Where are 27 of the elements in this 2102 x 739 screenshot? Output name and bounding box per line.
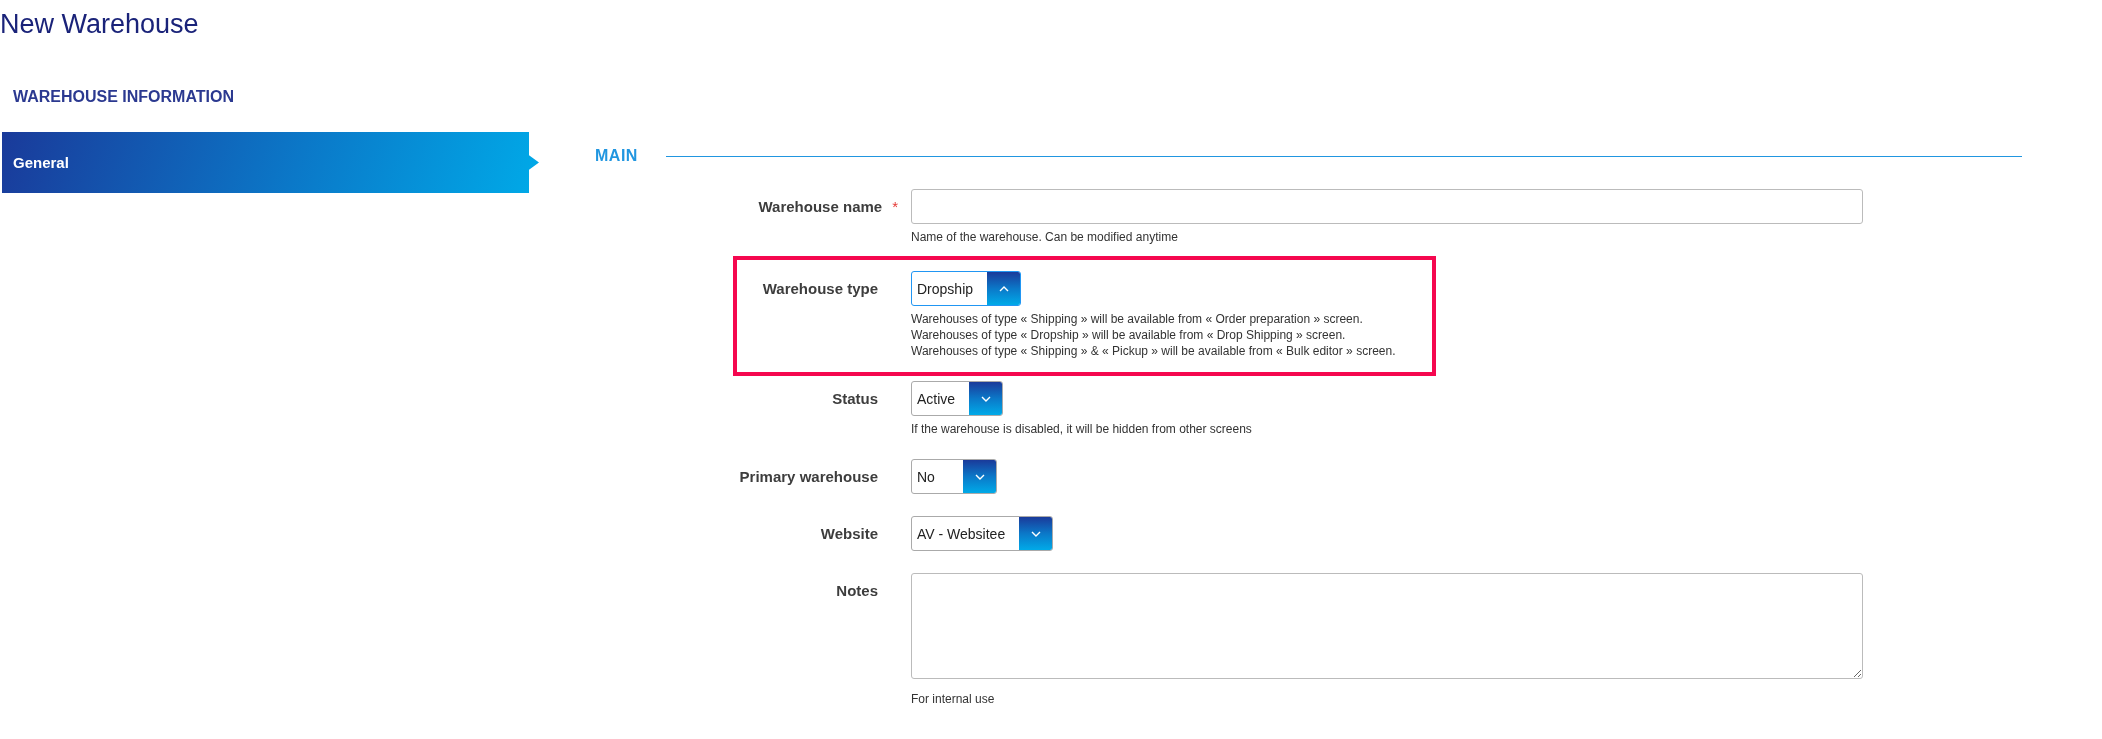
chevron-up-icon: [998, 285, 1009, 292]
field-label: Warehouse name: [758, 198, 883, 215]
chevron-down-icon: [974, 473, 985, 480]
field-label: Primary warehouse: [739, 468, 878, 485]
help-text: Warehouses of type « Shipping » & « Pickup » will be available from « Bulk editor » screen.: [911, 343, 1396, 359]
field-label: Warehouse type: [762, 280, 878, 297]
page-title: New Warehouse: [0, 8, 200, 41]
chevron-down-icon: [980, 395, 991, 402]
section-heading: WAREHOUSE INFORMATION: [13, 87, 236, 107]
section-title: MAIN: [595, 147, 638, 165]
field-label: Website: [820, 525, 878, 542]
field-label: Notes: [836, 582, 878, 599]
help-text: Name of the warehouse. Can be modified anytime: [911, 229, 1178, 245]
notes-field[interactable]: [911, 573, 1863, 679]
help-text: If the warehouse is disabled, it will be hidden from other screens: [911, 421, 1252, 437]
text-field[interactable]: [911, 189, 1863, 224]
help-text: Warehouses of type « Dropship » will be available from « Drop Shipping » screen.: [911, 327, 1346, 343]
help-text: For internal use: [911, 691, 995, 707]
field-label: Status: [832, 390, 878, 407]
select-dropdown[interactable]: Dropship: [911, 271, 1022, 306]
select-dropdown[interactable]: No: [911, 459, 997, 494]
sidebar-tab[interactable]: General: [2, 132, 539, 193]
chevron-down-icon: [1030, 530, 1041, 537]
required-mark: *: [892, 198, 898, 215]
select-dropdown[interactable]: AV - Websitee: [911, 516, 1054, 551]
help-text: Warehouses of type « Shipping » will be available from « Order preparation » screen.: [911, 311, 1363, 327]
select-dropdown[interactable]: Active: [911, 381, 1004, 416]
